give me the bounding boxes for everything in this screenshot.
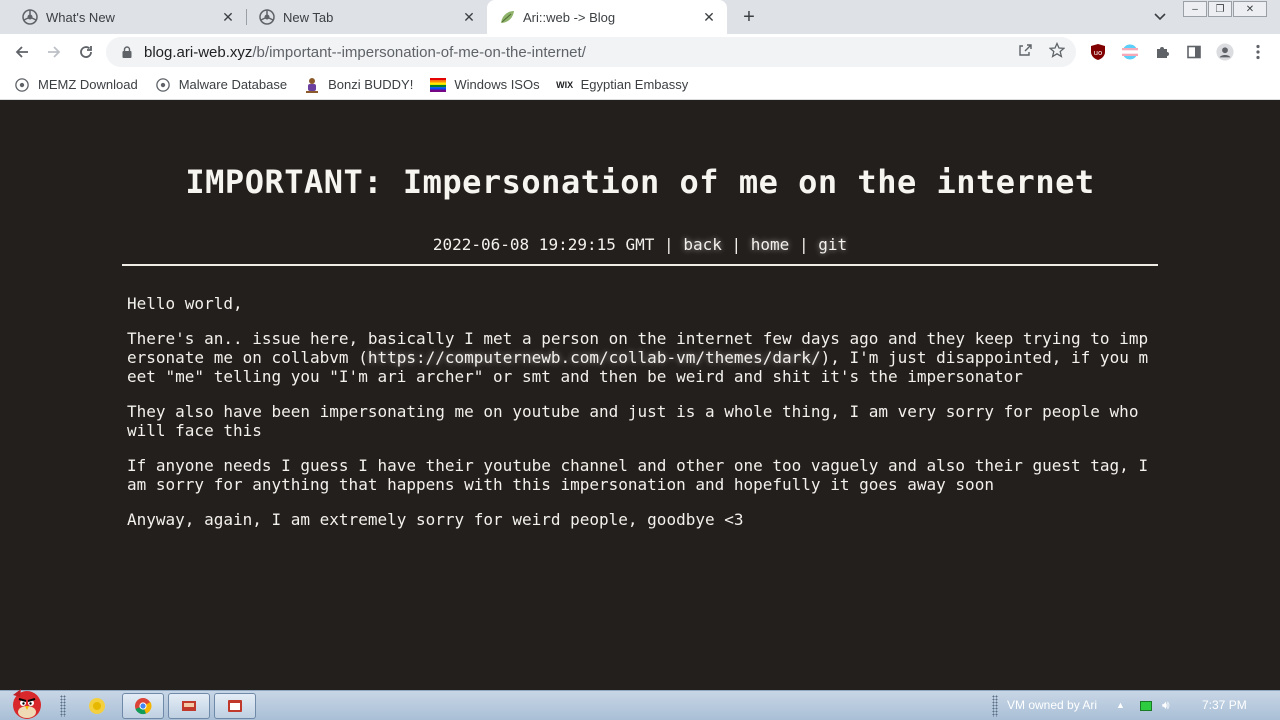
menu-kebab-icon[interactable] (1249, 43, 1267, 61)
tab-new-tab[interactable]: New Tab ✕ (247, 0, 487, 34)
bookmark-label: Windows ISOs (454, 77, 540, 92)
tray-expand-chevron-icon[interactable]: ▲ (1116, 700, 1125, 710)
forward-arrow-icon[interactable] (42, 40, 66, 64)
globe-icon (14, 77, 30, 93)
address-bar[interactable]: blog.ari-web.xyz/b/important--impersonat… (106, 37, 1076, 67)
bookmark-label: Malware Database (178, 77, 288, 92)
wix-icon: WIX (556, 79, 574, 90)
bookmark-star-icon[interactable] (1048, 41, 1066, 59)
taskbar-grip (992, 695, 998, 717)
lock-icon[interactable] (120, 45, 134, 59)
close-window-icon[interactable]: ✕ (1233, 1, 1267, 17)
globe-icon (155, 77, 171, 93)
chrome-globe-icon (22, 9, 38, 25)
bookmark-label: Egyptian Embassy (580, 77, 689, 92)
svg-text:uo: uo (1094, 49, 1103, 57)
bookmark-egyptian-embassy[interactable]: WIX Egyptian Embassy (556, 77, 689, 93)
taskbar: VM owned by Ari ▲ 🔊︎ 7:37 PM (0, 689, 1280, 720)
chrome-globe-icon (259, 9, 275, 25)
post-date: 2022-06-08 19:29:15 GMT (432, 235, 655, 254)
tab-search-chevron-icon[interactable] (1150, 8, 1170, 26)
paragraph: There's an.. issue here, basically I met… (127, 329, 1152, 386)
new-tab-button[interactable]: + (737, 5, 761, 29)
trans-flag-extension-icon[interactable] (1121, 43, 1139, 61)
leaf-favicon-icon (499, 9, 515, 25)
back-arrow-icon[interactable] (10, 40, 34, 64)
app-taskbar-icon[interactable] (168, 693, 210, 719)
tab-title: What's New (46, 9, 115, 25)
back-link[interactable]: back (683, 235, 722, 254)
tab-strip: What's New ✕ New Tab ✕ Ari::web -> Blog … (0, 0, 1280, 34)
url-path: /b/important--impersonation-of-me-on-the… (252, 43, 586, 61)
tray-clock[interactable]: 7:37 PM (1202, 698, 1247, 712)
paragraph: They also have been impersonating me on … (127, 402, 1139, 440)
tray-vm-owner-text: VM owned by Ari (1007, 698, 1098, 712)
profile-avatar-icon[interactable] (1216, 43, 1234, 61)
collabvm-link[interactable]: https://computernewb.com/collab-vm/theme… (368, 348, 821, 367)
paragraph: Anyway, again, I am extremely sorry for … (127, 510, 744, 529)
tray-network-icon[interactable] (1140, 701, 1152, 711)
url-host: blog.ari-web.xyz (144, 43, 253, 61)
close-icon[interactable]: ✕ (701, 9, 717, 25)
post-meta: 2022-06-08 19:29:15 GMT | back | home | … (0, 235, 1280, 254)
post-title: IMPORTANT: Impersonation of me on the in… (185, 163, 1095, 201)
minimize-icon[interactable]: – (1183, 1, 1207, 17)
paragraph: If anyone needs I guess I have their you… (127, 456, 1149, 494)
quick-launch-icon[interactable] (76, 693, 118, 719)
post-body: Hello world, There's an.. issue here, ba… (127, 294, 1152, 545)
bookmark-label: MEMZ Download (38, 77, 138, 92)
bookmark-memz-download[interactable]: MEMZ Download (14, 77, 138, 93)
start-button-angry-bird-icon[interactable] (2, 685, 52, 720)
taskbar-grip (60, 695, 66, 717)
close-icon[interactable]: ✕ (461, 9, 477, 25)
git-link[interactable]: git (818, 235, 847, 254)
close-icon[interactable]: ✕ (220, 9, 236, 25)
bookmark-bonzi-buddy[interactable]: Bonzi BUDDY! (304, 77, 413, 93)
paragraph: Hello world, (127, 294, 243, 313)
divider (122, 264, 1158, 266)
tab-whats-new[interactable]: What's New ✕ (0, 0, 246, 34)
bookmark-malware-database[interactable]: Malware Database (155, 77, 287, 93)
share-icon[interactable] (1016, 41, 1034, 59)
reload-icon[interactable] (74, 40, 98, 64)
browser-toolbar: blog.ari-web.xyz/b/important--impersonat… (0, 34, 1280, 70)
side-panel-icon[interactable] (1185, 43, 1203, 61)
blog-page: IMPORTANT: Impersonation of me on the in… (0, 101, 1280, 690)
bookmark-label: Bonzi BUDDY! (328, 77, 414, 92)
app-taskbar-icon[interactable] (214, 693, 256, 719)
meta-separator: | (798, 235, 809, 254)
ublock-origin-icon[interactable]: uo (1089, 43, 1107, 61)
url-text: blog.ari-web.xyz/b/important--impersonat… (144, 44, 586, 61)
meta-separator: | (664, 235, 674, 254)
restore-icon[interactable]: ❐ (1208, 1, 1232, 17)
tray-volume-icon[interactable]: 🔊︎ (1162, 698, 1170, 713)
meta-separator: | (731, 235, 742, 254)
bonzi-icon (304, 77, 320, 93)
home-link[interactable]: home (751, 235, 790, 254)
bookmark-windows-isos[interactable]: Windows ISOs (430, 77, 540, 93)
tab-blog[interactable]: Ari::web -> Blog ✕ (487, 0, 727, 34)
rainbow-flag-icon (430, 77, 447, 93)
chrome-taskbar-icon[interactable] (122, 693, 164, 719)
tab-title: New Tab (283, 9, 334, 25)
bookmarks-bar: MEMZ Download Malware Database Bonzi BUD… (0, 70, 1280, 100)
tab-title: Ari::web -> Blog (523, 9, 616, 25)
extensions-puzzle-icon[interactable] (1153, 43, 1171, 61)
